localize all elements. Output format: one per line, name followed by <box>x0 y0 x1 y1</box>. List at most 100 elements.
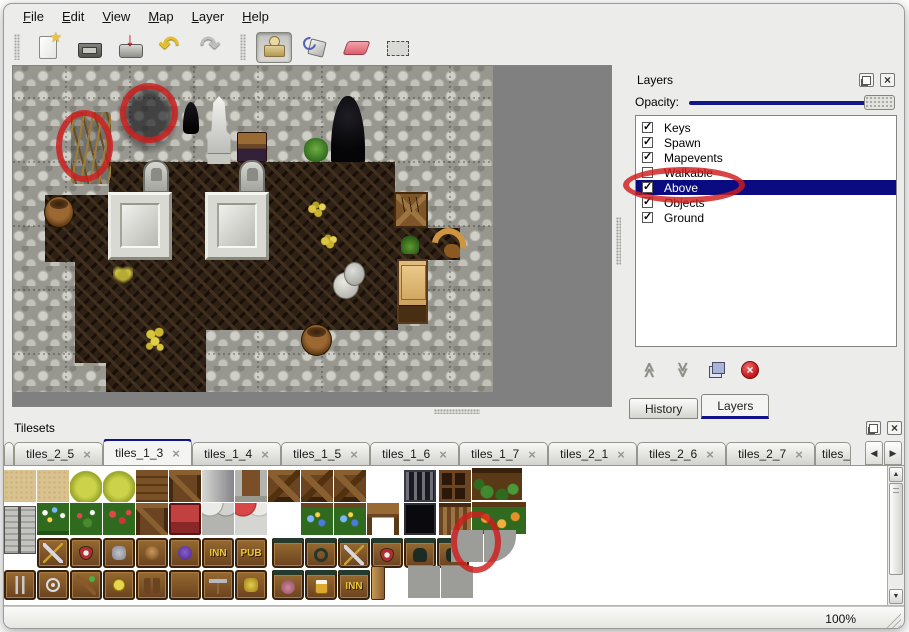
tileset-tile-hang[interactable]: INN <box>338 570 370 600</box>
tileset-tile-flowers-green[interactable] <box>70 503 102 535</box>
tileset-tile-shadow-round[interactable] <box>484 530 516 562</box>
tileset-tile-sign[interactable] <box>70 538 102 568</box>
close-tab-icon[interactable]: × <box>617 447 625 462</box>
tileset-tile-bench[interactable] <box>367 503 399 535</box>
tileset-tile-planks[interactable] <box>136 470 168 502</box>
tab-tiles_1_3[interactable]: tiles_1_3× <box>103 439 192 465</box>
layer-visibility-checkbox[interactable]: ✓ <box>642 122 653 133</box>
tileset-scrollbar[interactable]: ▲ ▼ <box>887 466 904 605</box>
opacity-slider-track[interactable] <box>689 101 893 105</box>
tileset-tile-sand[interactable] <box>37 470 69 502</box>
layer-visibility-checkbox[interactable]: ✓ <box>642 197 653 208</box>
tab-tiles_1_6[interactable]: tiles_1_6× <box>370 442 459 465</box>
tileset-tile-hang[interactable] <box>338 538 370 568</box>
move-layer-down-button[interactable] <box>673 360 693 380</box>
tileset-tile-sign[interactable] <box>136 570 168 600</box>
menu-edit[interactable]: Edit <box>53 6 93 27</box>
tileset-tile-window-wood[interactable] <box>439 470 471 502</box>
layer-visibility-checkbox[interactable]: ✓ <box>642 182 653 193</box>
scroll-up-icon[interactable]: ▲ <box>889 467 903 482</box>
new-file-button[interactable] <box>30 32 66 63</box>
tab-tiles_2[interactable]: tiles_2 <box>815 442 851 465</box>
tileset-tile-hang[interactable] <box>272 538 304 568</box>
tileset-tile-sign[interactable] <box>103 538 135 568</box>
tileset-tile-shadow[interactable] <box>451 530 483 562</box>
tileset-tile-shadow[interactable] <box>441 566 473 598</box>
opacity-slider[interactable] <box>689 95 895 110</box>
scroll-tabs-right-icon[interactable]: ▶ <box>884 441 902 465</box>
resize-grip[interactable] <box>883 610 901 628</box>
tab-tiles_2_1[interactable]: tiles_2_1× <box>548 442 637 465</box>
tileset-tile-awning-leaves[interactable] <box>472 468 522 500</box>
tileset-tile-wood-brace[interactable] <box>136 503 168 535</box>
menu-help[interactable]: Help <box>233 6 278 27</box>
close-tab-icon[interactable]: × <box>350 447 358 462</box>
tileset-tile-hang[interactable] <box>404 538 436 568</box>
tileset-tile-hang[interactable] <box>305 570 337 600</box>
layer-row-objects[interactable]: ✓Objects <box>636 195 896 210</box>
stamp-tool-button[interactable] <box>256 32 292 63</box>
tileset-tile-sign[interactable] <box>136 538 168 568</box>
float-panel-icon[interactable] <box>859 73 874 87</box>
menu-file[interactable]: File <box>14 6 53 27</box>
layer-list[interactable]: ✓Keys✓Spawn✓MapeventsWalkable✓Above✓Obje… <box>635 115 897 347</box>
move-layer-up-button[interactable] <box>639 360 659 380</box>
toolbar-grip-handle-2[interactable] <box>240 34 246 60</box>
delete-layer-button[interactable] <box>741 361 759 379</box>
tileset-tile-bush-yellow[interactable] <box>70 470 102 502</box>
menu-view[interactable]: View <box>93 6 139 27</box>
layer-visibility-checkbox[interactable]: ✓ <box>642 137 653 148</box>
tileset-tile-sign[interactable] <box>235 570 267 600</box>
tileset-tile-window-bars[interactable] <box>404 470 436 502</box>
tileset-tile-flowers-blue[interactable] <box>334 503 366 535</box>
tileset-tile-wood-brace[interactable] <box>169 470 201 502</box>
tileset-tile-sign[interactable] <box>37 570 69 600</box>
tileset-tile-sign[interactable]: PUB <box>235 538 267 568</box>
tileset-tile-wood-cross[interactable] <box>268 470 300 502</box>
tileset-tile-awning-gray[interactable] <box>202 503 234 535</box>
tab-tiles_2_5[interactable]: tiles_2_5× <box>14 442 103 465</box>
layer-visibility-checkbox[interactable]: ✓ <box>642 212 653 223</box>
tileset-tile-sign[interactable] <box>169 570 201 600</box>
tileset-tile-sign[interactable] <box>169 538 201 568</box>
tileset-tile-wood-cross[interactable] <box>334 470 366 502</box>
tileset-tile-hang[interactable] <box>272 570 304 600</box>
scroll-tabs-left-icon[interactable]: ◀ <box>865 441 883 465</box>
tileset-tile-sand[interactable] <box>4 470 36 502</box>
tab-tiles_2_6[interactable]: tiles_2_6× <box>637 442 726 465</box>
close-tab-icon[interactable]: × <box>528 447 536 462</box>
layer-row-mapevents[interactable]: ✓Mapevents <box>636 150 896 165</box>
open-file-button[interactable] <box>71 32 107 63</box>
layer-row-ground[interactable]: ✓Ground <box>636 210 896 225</box>
tileset-canvas[interactable]: ▲ ▼ INNPUBINN <box>4 466 904 606</box>
close-tab-icon[interactable]: × <box>706 447 714 462</box>
redo-button[interactable] <box>194 32 230 63</box>
tab-tiles_2_7[interactable]: tiles_2_7× <box>726 442 815 465</box>
toolbar-grip-handle[interactable] <box>14 34 20 60</box>
menu-layer[interactable]: Layer <box>183 6 234 27</box>
tileset-tile-bush-yellow[interactable] <box>103 470 135 502</box>
layer-visibility-checkbox[interactable] <box>642 167 653 178</box>
tileset-tile-flowers-mix[interactable] <box>37 503 69 535</box>
save-file-button[interactable] <box>112 32 148 63</box>
tileset-tile-window-black[interactable] <box>404 503 436 535</box>
float-tilesets-icon[interactable] <box>866 421 881 435</box>
menu-map[interactable]: Map <box>139 6 182 27</box>
tileset-tile-shadow[interactable] <box>408 566 440 598</box>
close-panel-icon[interactable] <box>880 73 895 87</box>
tileset-tile-post[interactable] <box>371 566 385 600</box>
layer-row-spawn[interactable]: ✓Spawn <box>636 135 896 150</box>
duplicate-layer-button[interactable] <box>707 360 727 380</box>
layer-row-keys[interactable]: ✓Keys <box>636 120 896 135</box>
tileset-tile-window-shutter[interactable] <box>4 506 36 554</box>
layer-row-above[interactable]: ✓Above <box>636 180 896 195</box>
scroll-down-icon[interactable]: ▼ <box>889 589 903 604</box>
tileset-tile-hang[interactable] <box>305 538 337 568</box>
close-tab-icon[interactable]: × <box>261 447 269 462</box>
tileset-tile-podium-red[interactable] <box>169 503 201 535</box>
tileset-tile-hang[interactable] <box>371 538 403 568</box>
tileset-tile-flowers-blue[interactable] <box>301 503 333 535</box>
fill-tool-button[interactable] <box>297 32 333 63</box>
map-canvas[interactable] <box>13 66 493 392</box>
opacity-slider-handle[interactable] <box>864 95 895 110</box>
